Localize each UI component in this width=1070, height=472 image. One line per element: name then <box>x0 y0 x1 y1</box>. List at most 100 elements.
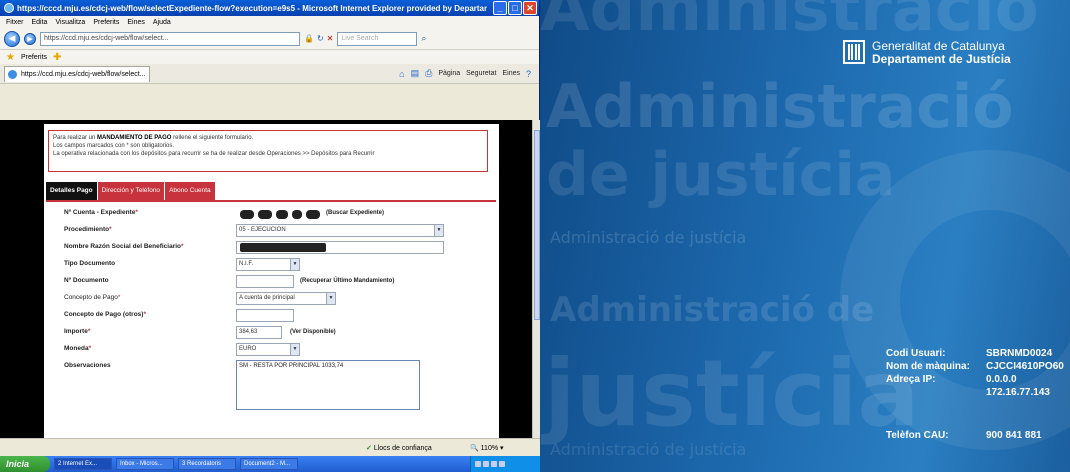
tools-menu[interactable]: Eines <box>502 70 520 77</box>
observaciones-label: Observaciones <box>64 362 111 369</box>
favorites-star-icon[interactable]: ★ <box>6 52 15 63</box>
menu-item-file[interactable]: Fitxer <box>6 19 24 26</box>
redacted-mark <box>240 210 254 219</box>
desktop-wallpaper: Administració Administració de justícia … <box>540 0 1070 472</box>
taskbar: Inicia 2 Internet Ex... Inbox - Micros..… <box>0 456 540 472</box>
notice-line3: La operativa relacionada con los depósit… <box>53 151 375 157</box>
address-bar[interactable]: https://ccd.mju.es/cdcj-web/flow/select.… <box>40 31 300 46</box>
chevron-down-icon: ▼ <box>434 225 443 236</box>
notice-text: rellene el siguiente formulario. <box>173 135 254 141</box>
menu-item-favorites[interactable]: Preferits <box>93 19 119 26</box>
beneficiario-label: Nombre Razón Social del Beneficiario* <box>64 243 184 250</box>
close-button[interactable]: ✕ <box>523 1 537 15</box>
scrollbar-thumb[interactable] <box>534 130 540 320</box>
tab-direccion-telefono[interactable]: Dirección y Teléfono <box>97 182 166 200</box>
info-label: Adreça IP: <box>886 374 936 385</box>
redacted-mark <box>276 210 288 219</box>
feeds-icon[interactable]: ▤ <box>411 68 420 79</box>
cuenta-label: Nº Cuenta - Expediente* <box>64 209 138 216</box>
concepto-otros-input[interactable] <box>236 309 294 322</box>
form-tabs: Detalles Pago Dirección y Teléfono Abono… <box>46 182 216 200</box>
ie-icon <box>4 3 14 13</box>
info-label: Nom de màquina: <box>886 361 970 372</box>
menu-item-tools[interactable]: Eines <box>127 19 145 26</box>
concepto-otros-label: Concepto de Pago (otros)* <box>64 311 146 318</box>
gencat-brand: Generalitat de Catalunya Departament de … <box>843 40 1011 66</box>
help-icon[interactable]: ? <box>526 69 531 79</box>
taskbar-item-reminders[interactable]: 3 Recordatoris <box>178 458 236 470</box>
page-icon <box>8 69 17 79</box>
zoom-level[interactable]: 🔍 110% ▾ <box>470 444 504 452</box>
info-label: Codi Usuari: <box>886 348 946 359</box>
moneda-label: Moneda* <box>64 345 92 352</box>
taskbar-item-ie[interactable]: 2 Internet Ex... <box>54 458 112 470</box>
importe-input[interactable]: 384,63 <box>236 326 282 339</box>
notice-line1: Para realizar un MANDAMIENTO DE PAGO rel… <box>53 134 483 142</box>
row-observaciones: Observaciones SM - RESTA POR PRINCIPAL 1… <box>44 359 499 419</box>
address-icons: 🔒 ↻ ✕ <box>304 34 333 43</box>
num-documento-input[interactable] <box>236 275 294 288</box>
info-value: CJCCI4610PO60 <box>986 361 1064 372</box>
lock-icon[interactable]: 🔒 <box>304 34 314 43</box>
home-icon[interactable]: ⌂ <box>399 69 404 79</box>
back-button[interactable]: ◀ <box>4 30 20 47</box>
watermark-text: Administració <box>546 72 1014 142</box>
tray-icon[interactable] <box>483 461 489 467</box>
stop-icon[interactable]: ✕ <box>327 34 334 43</box>
maximize-button[interactable]: □ <box>508 1 522 15</box>
browser-tab[interactable]: https://ccd.mju.es/cdcj-web/flow/select.… <box>4 65 150 82</box>
print-icon[interactable]: ⎙ <box>425 68 432 79</box>
watermark-text: Administració de <box>550 290 875 330</box>
chevron-down-icon: ▼ <box>290 259 299 270</box>
moneda-value: EURO <box>239 346 257 352</box>
recuperar-mandamiento-link[interactable]: (Recuperar Último Mandamiento) <box>300 278 394 284</box>
gencat-title: Generalitat de Catalunya Departament de … <box>872 40 1011 66</box>
moneda-select[interactable]: EURO ▼ <box>236 343 300 356</box>
gencat-line2: Departament de Justícia <box>872 52 1011 66</box>
forward-button[interactable]: ▶ <box>24 32 36 45</box>
page-menu[interactable]: Pàgina <box>438 70 460 77</box>
minimize-button[interactable]: _ <box>493 1 507 15</box>
security-zone: ✓ Llocs de confiança <box>366 444 432 452</box>
row-concepto: Concepto de Pago* A cuenta de principal … <box>44 291 499 307</box>
info-label: Telèfon CAU: <box>886 430 949 441</box>
notice-bold: MANDAMIENTO DE PAGO <box>97 135 172 141</box>
tray-icon[interactable] <box>491 461 497 467</box>
notice-text: Para realizar un <box>53 135 96 141</box>
info-value: 172.16.77.143 <box>986 387 1050 398</box>
ver-disponible-link[interactable]: (Ver Disponible) <box>290 329 336 335</box>
row-concepto-otros: Concepto de Pago (otros)* <box>44 308 499 324</box>
favorites-label[interactable]: Preferits <box>21 54 47 61</box>
procedimiento-label: Procedimiento* <box>64 226 112 233</box>
tray-icon[interactable] <box>499 461 505 467</box>
menu-item-view[interactable]: Visualitza <box>55 19 85 26</box>
taskbar-item-word[interactable]: Document2 - M... <box>240 458 298 470</box>
search-icon[interactable]: ⌕ <box>421 34 426 44</box>
procedimiento-select[interactable]: 05 - EJECUCION ▼ <box>236 224 444 237</box>
tray-icon[interactable] <box>475 461 481 467</box>
page-viewport: Para realizar un MANDAMIENTO DE PAGO rel… <box>0 120 540 438</box>
menu-item-edit[interactable]: Edita <box>32 19 48 26</box>
search-input[interactable]: Live Search <box>337 31 418 46</box>
favorites-bar: ★ Preferits ✚ <box>0 50 539 64</box>
window-titlebar[interactable]: https://cccd.mju.es/cdcj-web/flow/select… <box>0 0 539 16</box>
browser-window: https://cccd.mju.es/cdcj-web/flow/select… <box>0 0 540 456</box>
redacted-mark <box>240 243 326 252</box>
menu-item-help[interactable]: Ajuda <box>153 19 171 26</box>
buscar-expediente-link[interactable]: (Buscar Expediente) <box>326 210 384 216</box>
tab-abono-cuenta[interactable]: Abono Cuenta <box>165 182 216 200</box>
info-value: 900 841 881 <box>986 430 1042 441</box>
taskbar-item-outlook[interactable]: Inbox - Micros... <box>116 458 174 470</box>
security-menu[interactable]: Seguretat <box>466 70 496 77</box>
observaciones-textarea[interactable]: SM - RESTA POR PRINCIPAL 1033,74 <box>236 360 420 410</box>
redacted-mark <box>292 210 302 219</box>
add-favorite-icon[interactable]: ✚ <box>53 52 61 63</box>
tab-detalles-pago[interactable]: Detalles Pago <box>46 182 98 200</box>
tipo-documento-select[interactable]: N.I.F. ▼ <box>236 258 300 271</box>
num-documento-label: Nº Documento <box>64 277 109 284</box>
concepto-select[interactable]: A cuenta de principal ▼ <box>236 292 336 305</box>
refresh-icon[interactable]: ↻ <box>317 34 324 43</box>
window-title: https://cccd.mju.es/cdcj-web/flow/select… <box>17 3 487 13</box>
page-scrollbar[interactable] <box>532 120 540 438</box>
start-button[interactable]: Inicia <box>0 456 50 472</box>
